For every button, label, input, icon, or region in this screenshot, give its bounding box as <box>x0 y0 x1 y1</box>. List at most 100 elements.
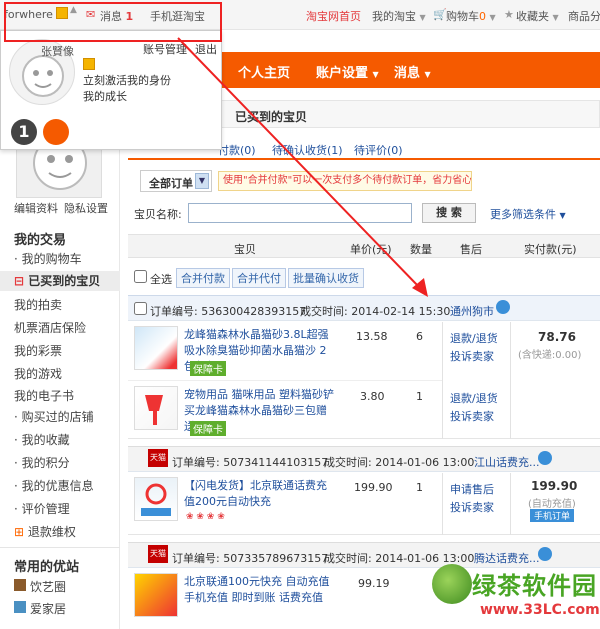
shop-link[interactable]: 通州狗市 <box>450 303 494 319</box>
divider <box>510 473 511 535</box>
product-image[interactable] <box>134 326 178 370</box>
sidebar-item-lottery[interactable]: 我的彩票 <box>14 342 62 359</box>
cart-icon: 🛒 <box>433 8 447 21</box>
messages-link[interactable]: 消息 1 <box>100 8 133 24</box>
sidebar-item-ebooks[interactable]: 我的电子书 <box>14 387 74 404</box>
leaf-logo-icon <box>432 564 472 604</box>
sidebar-item-points[interactable]: · 我的积分 <box>14 454 70 471</box>
sidebar-item-favorites[interactable]: · 我的收藏 <box>14 431 70 448</box>
promo-icons: ❀ ❀ ❀ ❀ <box>186 512 225 522</box>
edit-profile-link[interactable]: 编辑资料 <box>14 200 58 216</box>
nav-messages[interactable]: 消息 ▼ <box>394 62 431 81</box>
order-checkbox[interactable] <box>134 302 147 315</box>
sidebar-item-cart[interactable]: · 我的购物车 <box>14 250 82 267</box>
order-number: 507341144103157 <box>223 456 329 469</box>
quantity: 6 <box>416 330 423 343</box>
sidebar-item-auction[interactable]: 我的拍卖 <box>14 296 62 313</box>
sidebar-item-coupons[interactable]: · 我的优惠信息 <box>14 477 94 494</box>
deal-time-label: 成交时间: <box>324 456 372 469</box>
favorites-link[interactable]: 收藏夹 ▼ <box>516 8 559 24</box>
sidebar-item-refunds[interactable]: ⊞ 退款维权 <box>14 523 76 540</box>
sidebar-item-shops[interactable]: · 购买过的店铺 <box>14 408 94 425</box>
yinyi-icon <box>14 579 26 591</box>
chevron-up-icon[interactable]: ▲ <box>70 5 77 15</box>
complain-link[interactable]: 投诉卖家 <box>450 348 494 364</box>
taobao-home-link[interactable]: 淘宝网首页 <box>306 8 361 24</box>
divider <box>0 547 120 548</box>
divider <box>510 322 511 439</box>
vip-badge-icon <box>83 58 95 70</box>
guarantee-badge: 保障卡 <box>190 421 226 436</box>
mobile-taobao-link[interactable]: 手机逛淘宝 <box>150 8 205 24</box>
account-mgmt-link[interactable]: 账号管理 <box>143 41 187 57</box>
sidebar-item-games[interactable]: 我的游戏 <box>14 365 62 382</box>
divider <box>442 473 443 535</box>
merge-pay-button[interactable]: 合并付款 <box>176 268 230 288</box>
my-growth-link[interactable]: 我的成长 <box>83 88 127 104</box>
batch-confirm-button[interactable]: 批量确认收货 <box>288 268 364 288</box>
unit-price: 99.19 <box>358 577 390 590</box>
star-icon: ★ <box>504 8 514 21</box>
order-number: 536300428393157 <box>201 305 307 318</box>
complain-link[interactable]: 投诉卖家 <box>450 499 494 515</box>
popup-username: 张賢像 <box>41 45 74 58</box>
order-no-label: 订单编号: <box>150 305 198 318</box>
complain-link[interactable]: 投诉卖家 <box>450 408 494 424</box>
deal-time-label: 成交时间: <box>324 552 372 565</box>
product-image[interactable] <box>134 573 178 617</box>
quantity: 1 <box>416 481 423 494</box>
tab-pay[interactable]: 付款(0) <box>218 142 256 158</box>
privacy-link[interactable]: 隐私设置 <box>64 200 108 216</box>
user-popup: 张賢像 账号管理 退出 立刻激活我的身份 我的成长 1 <box>0 30 222 150</box>
select-all-checkbox[interactable] <box>134 270 147 283</box>
sidebar-item-bought[interactable]: ⊟ 已买到的宝贝 <box>0 271 120 291</box>
breadcrumb-current: 已买到的宝贝 <box>235 110 308 124</box>
col-after: 售后 <box>460 243 482 256</box>
wangwang-icon[interactable] <box>538 451 552 465</box>
col-item: 宝贝 <box>234 243 256 256</box>
sidebar-item-reviews[interactable]: · 评价管理 <box>14 500 70 517</box>
nav-home[interactable]: 个人主页 <box>238 62 290 81</box>
product-title-link[interactable]: 北京联通100元快充 自动充值 手机充值 即时到账 话费充值 <box>184 574 334 606</box>
shop-link[interactable]: 江山话费充... <box>474 454 540 470</box>
all-orders-select[interactable]: 全部订单 ▼ <box>140 170 212 192</box>
logout-link[interactable]: 退出 <box>195 41 217 57</box>
tab-review[interactable]: 待评价(0) <box>354 142 403 158</box>
more-filters-link[interactable]: 更多筛选条件 ▼ <box>490 206 566 222</box>
search-button[interactable]: 搜 索 <box>422 203 476 223</box>
wangwang-icon[interactable] <box>538 547 552 561</box>
bulk-actions: 全选 合并付款 合并代付 批量确认收货 <box>128 266 600 290</box>
table-header: 宝贝 单价(元) 数量 售后 实付款(元) <box>128 234 600 258</box>
merge-proxy-button[interactable]: 合并代付 <box>232 268 286 288</box>
categories-link[interactable]: 商品分类 <box>568 8 600 24</box>
level-icon: 1 <box>11 119 37 145</box>
cart-link[interactable]: 购物车0 ▼ <box>446 8 496 24</box>
common-item-home[interactable]: 爱家居 <box>30 600 66 617</box>
refund-link[interactable]: 退款/退货 <box>450 390 498 406</box>
order-total: 199.90 <box>531 479 578 493</box>
product-title-link[interactable]: 【闪电发货】北京联通话费充值200元自动快充 <box>184 478 334 510</box>
col-price: 单价(元) <box>350 243 392 256</box>
apply-aftersale-link[interactable]: 申请售后 <box>450 481 494 497</box>
my-taobao-link[interactable]: 我的淘宝 ▼ <box>372 8 426 24</box>
order-number: 507335789673157 <box>223 552 329 565</box>
product-image[interactable] <box>134 477 178 521</box>
tab-confirm[interactable]: 待确认收货(1) <box>272 142 343 158</box>
divider <box>128 380 442 381</box>
username-link[interactable]: forwhere <box>4 8 53 21</box>
order-no-label: 订单编号: <box>172 456 220 469</box>
nav-settings[interactable]: 账户设置 ▼ <box>316 62 379 81</box>
sidebar-item-travel[interactable]: 机票酒店保险 <box>14 319 86 336</box>
wangwang-icon[interactable] <box>496 300 510 314</box>
unit-price: 13.58 <box>356 330 388 343</box>
product-image[interactable] <box>134 386 178 430</box>
shipping-note: (含快递:0.00) <box>518 350 582 361</box>
all-orders-label: 全部订单 <box>149 177 193 190</box>
common-item-yinyi[interactable]: 饮艺圈 <box>30 578 66 595</box>
main-nav: 个人主页 账户设置 ▼ 消息 ▼ <box>220 52 600 88</box>
search-input[interactable] <box>188 203 412 223</box>
vip-badge-icon <box>56 7 68 19</box>
deal-time: 2014-02-14 15:30 <box>351 305 451 318</box>
refund-link[interactable]: 退款/退货 <box>450 330 498 346</box>
activate-identity-link[interactable]: 立刻激活我的身份 <box>83 72 171 88</box>
